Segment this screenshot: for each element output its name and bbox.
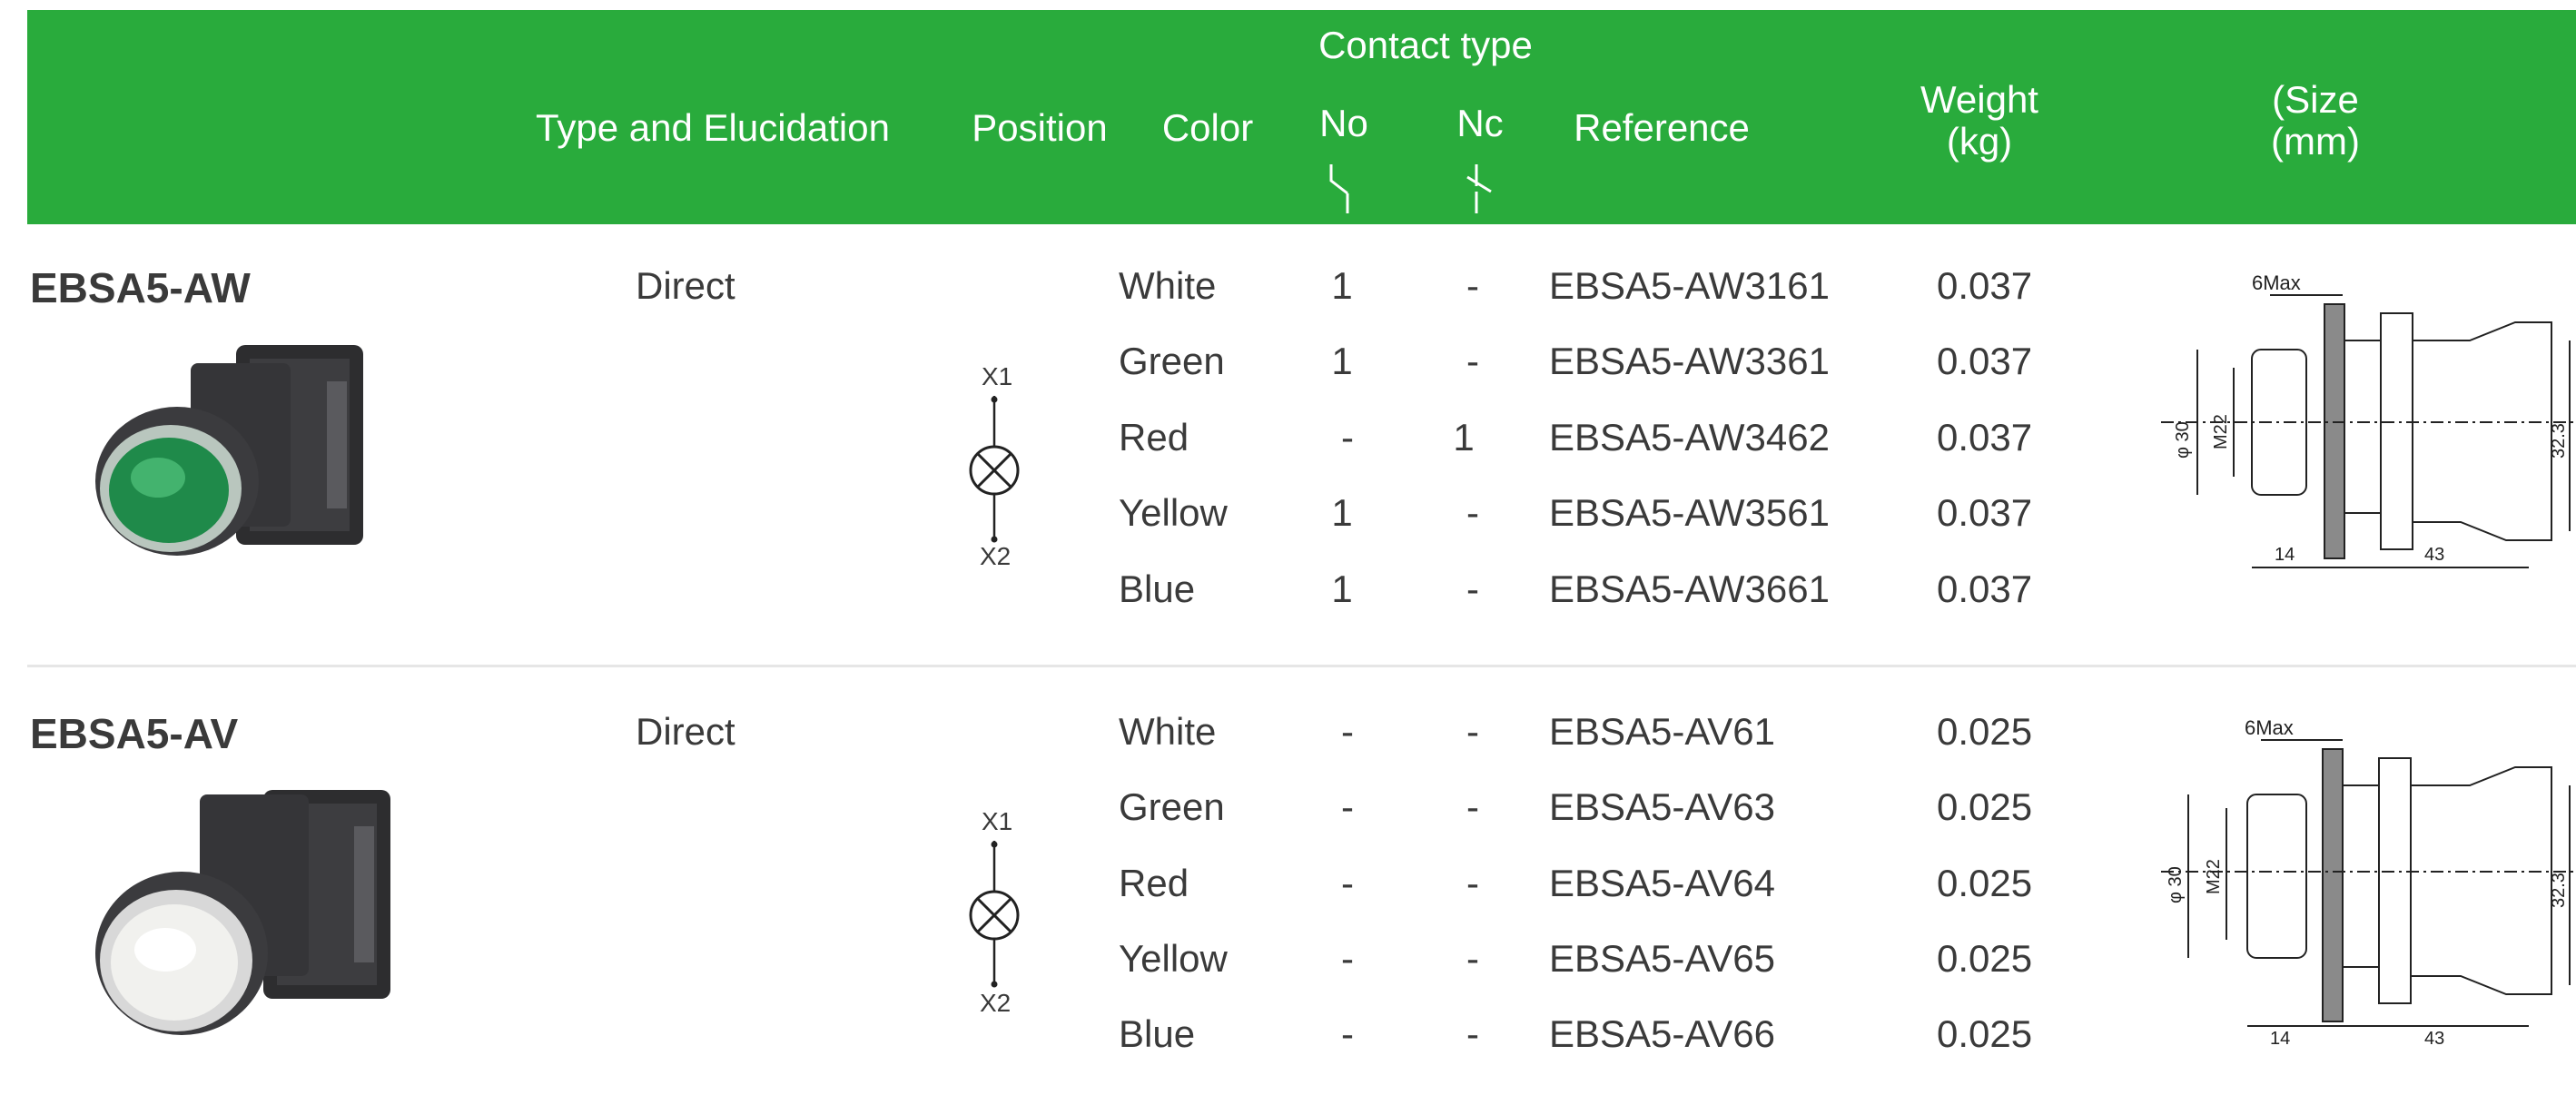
lamp-terminal-bottom: X2 xyxy=(980,989,1012,1017)
dim-diameter: φ 30 xyxy=(2173,421,2193,459)
weight-cell: 0.025 xyxy=(1937,862,2033,904)
weight-cell: 0.025 xyxy=(1937,1012,2033,1055)
header-reference: Reference xyxy=(1574,106,1750,149)
reference-cell: EBSA5-AV64 xyxy=(1549,862,1776,904)
no-cell: - xyxy=(1341,862,1354,904)
color-cell: Green xyxy=(1119,340,1225,382)
color-cell: Red xyxy=(1119,862,1189,904)
reference-cell: EBSA5-AW3361 xyxy=(1549,340,1830,382)
color-cell: Yellow xyxy=(1119,491,1228,534)
weight-cell: 0.037 xyxy=(1937,340,2033,382)
color-cell: Green xyxy=(1119,785,1225,828)
no-cell: - xyxy=(1341,785,1354,828)
nc-contact-icon xyxy=(1466,164,1492,213)
header-weight-1: Weight xyxy=(1920,78,2038,121)
nc-cell: - xyxy=(1466,264,1479,307)
header-position: Position xyxy=(972,106,1108,149)
reference-cell: EBSA5-AV65 xyxy=(1549,937,1776,980)
no-cell: 1 xyxy=(1331,264,1353,307)
nc-cell: - xyxy=(1466,862,1479,904)
nc-cell: - xyxy=(1466,1012,1479,1055)
no-cell: - xyxy=(1341,937,1354,980)
no-cell: 1 xyxy=(1331,491,1353,534)
no-contact-icon xyxy=(1329,164,1349,213)
header-weight-2: (kg) xyxy=(1946,120,2013,163)
dim-thread: M22 xyxy=(2211,414,2231,449)
dim-l2: 43 xyxy=(2424,545,2444,565)
dim-l1: 14 xyxy=(2270,1029,2290,1049)
weight-cell: 0.025 xyxy=(1937,937,2033,980)
nc-cell: 1 xyxy=(1453,416,1475,459)
dim-max: 6Max xyxy=(2252,271,2301,294)
nc-cell: - xyxy=(1466,710,1479,753)
reference-cell: EBSA5-AW3161 xyxy=(1549,264,1830,307)
reference-cell: EBSA5-AV61 xyxy=(1549,710,1776,753)
header-nc: Nc xyxy=(1456,102,1504,144)
nc-cell: - xyxy=(1466,937,1479,980)
header-size-2: (mm) xyxy=(2271,120,2360,163)
product-image xyxy=(95,790,390,1035)
header-no: No xyxy=(1319,102,1368,144)
nc-cell: - xyxy=(1466,340,1479,382)
weight-cell: 0.037 xyxy=(1937,264,2033,307)
reference-cell: EBSA5-AW3561 xyxy=(1549,491,1830,534)
nc-cell: - xyxy=(1466,567,1479,610)
dim-height: 32.3 xyxy=(2549,423,2569,459)
color-cell: Blue xyxy=(1119,567,1196,610)
dim-l1: 14 xyxy=(2275,545,2295,565)
dim-l2: 43 xyxy=(2424,1029,2444,1049)
reference-cell: EBSA5-AV63 xyxy=(1549,785,1776,828)
weight-cell: 0.025 xyxy=(1937,785,2033,828)
no-cell: - xyxy=(1341,1012,1354,1055)
reference-cell: EBSA5-AV66 xyxy=(1549,1012,1776,1055)
no-cell: - xyxy=(1341,416,1354,459)
lamp-terminal-bottom: X2 xyxy=(980,542,1012,570)
model-title: EBSA5-AW xyxy=(30,264,251,311)
lamp-terminal-top: X1 xyxy=(982,362,1013,390)
lamp-symbol-icon xyxy=(969,396,1020,543)
dim-height: 32.3 xyxy=(2549,873,2569,908)
weight-cell: 0.037 xyxy=(1937,567,2033,610)
header-color: Color xyxy=(1161,106,1254,149)
reference-cell: EBSA5-AW3661 xyxy=(1549,567,1830,610)
no-cell: 1 xyxy=(1331,567,1353,610)
color-cell: White xyxy=(1119,710,1217,753)
lamp-terminal-top: X1 xyxy=(982,807,1013,835)
type-value: Direct xyxy=(636,710,735,753)
weight-cell: 0.037 xyxy=(1937,491,2033,534)
nc-cell: - xyxy=(1466,491,1479,534)
color-cell: Yellow xyxy=(1119,937,1228,980)
product-image xyxy=(95,345,363,556)
header-size-1: (Size xyxy=(2272,78,2359,121)
no-cell: - xyxy=(1341,710,1354,753)
dim-thread: M22 xyxy=(2204,859,2224,894)
reference-cell: EBSA5-AW3462 xyxy=(1549,416,1830,459)
header-contact-type: Contact type xyxy=(1318,24,1533,66)
dimension-drawing: 6Max φ 30 M22 32.3 14 43 xyxy=(2161,716,2576,1049)
model-title: EBSA5-AV xyxy=(30,710,239,757)
type-value: Direct xyxy=(636,264,735,307)
group-divider xyxy=(27,665,2576,667)
color-cell: White xyxy=(1119,264,1217,307)
dim-diameter: φ 30 xyxy=(2166,866,2186,903)
header-type: Type and Elucidation xyxy=(536,106,890,149)
weight-cell: 0.025 xyxy=(1937,710,2033,753)
dimension-drawing: 6Max φ 30 M22 32.3 14 43 xyxy=(2161,271,2576,568)
color-cell: Red xyxy=(1119,416,1189,459)
lamp-symbol-icon xyxy=(969,841,1020,988)
no-cell: 1 xyxy=(1331,340,1353,382)
table-header: Contact type Type and Elucidation Positi… xyxy=(27,10,2576,224)
nc-cell: - xyxy=(1466,785,1479,828)
weight-cell: 0.037 xyxy=(1937,416,2033,459)
color-cell: Blue xyxy=(1119,1012,1196,1055)
dim-max: 6Max xyxy=(2245,716,2294,739)
